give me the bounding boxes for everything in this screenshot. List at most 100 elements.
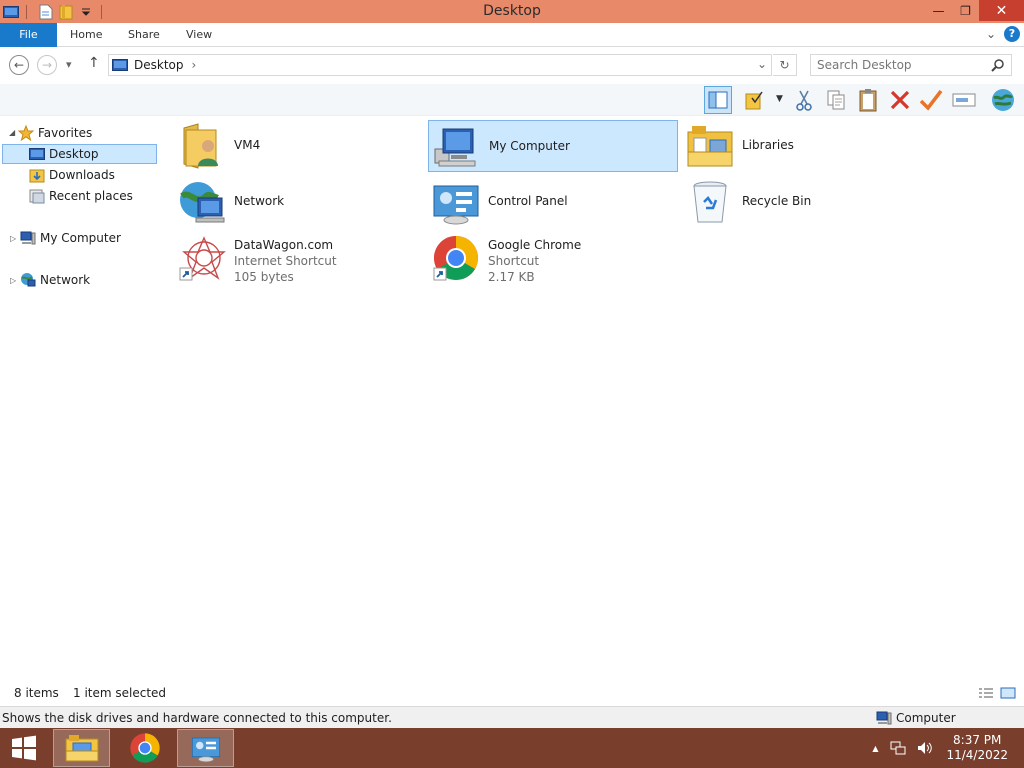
- command-toolbar: ▼: [0, 84, 1024, 116]
- expand-network-icon[interactable]: ▷: [10, 276, 16, 285]
- item-name: Recycle Bin: [742, 194, 812, 208]
- rename-icon: [952, 93, 976, 107]
- list-item-libraries[interactable]: Libraries: [682, 120, 932, 172]
- location-label: Computer: [896, 711, 956, 725]
- recent-locations-button[interactable]: ▾: [66, 58, 72, 71]
- show-hidden-icons-button[interactable]: ▲: [872, 744, 878, 753]
- location-indicator: Computer: [876, 711, 956, 725]
- preview-pane-button[interactable]: [704, 86, 732, 114]
- cut-button[interactable]: [790, 86, 818, 114]
- help-icon[interactable]: ?: [1004, 26, 1020, 42]
- address-dropdown-icon[interactable]: ⌄: [757, 57, 767, 71]
- window-controls: — ❐ ✕: [925, 0, 1024, 21]
- taskbar-file-explorer[interactable]: [53, 729, 110, 767]
- clock[interactable]: 8:37 PM 11/4/2022: [946, 733, 1008, 763]
- taskbar-control-panel[interactable]: [177, 729, 234, 767]
- control-panel-icon: [191, 737, 220, 763]
- chrome-icon: [129, 733, 160, 763]
- libraries-icon: [687, 126, 733, 167]
- title-bar: Desktop — ❐ ✕: [0, 0, 1024, 23]
- forward-button[interactable]: →: [37, 55, 57, 75]
- taskbar: ▲ 8:37 PM 11/4/2022: [0, 728, 1024, 768]
- checkmark-icon: [919, 89, 943, 111]
- scissors-icon: [796, 90, 812, 111]
- item-name: Control Panel: [488, 194, 568, 208]
- tab-view[interactable]: View: [186, 23, 212, 47]
- item-type: Internet Shortcut: [234, 254, 337, 268]
- tab-file[interactable]: File: [0, 23, 57, 47]
- large-icons-view-button[interactable]: [1000, 687, 1016, 702]
- chrome-shortcut-icon: [433, 236, 478, 281]
- search-box[interactable]: [810, 54, 1012, 76]
- control-panel-icon: [433, 185, 479, 225]
- ribbon-tabs: File Home Share View ⌄ ?: [0, 23, 1024, 47]
- window-title: Desktop: [483, 3, 541, 19]
- copy-button[interactable]: [822, 86, 850, 114]
- network-status-icon[interactable]: [890, 740, 906, 756]
- details-view-button[interactable]: [978, 687, 994, 702]
- close-button[interactable]: ✕: [979, 0, 1024, 21]
- item-name: Libraries: [742, 138, 794, 152]
- address-row: ← → ▾ ↑ Desktop › ⌄ ↻: [0, 48, 1024, 84]
- list-item-google-chrome[interactable]: Google Chrome Shortcut 2.17 KB: [428, 232, 678, 284]
- collapse-favorites-icon[interactable]: ◢: [9, 128, 15, 137]
- windows-logo-icon: [12, 735, 36, 761]
- globe-icon: [992, 89, 1014, 111]
- expand-my-computer-icon[interactable]: ▷: [10, 234, 16, 243]
- address-bar[interactable]: Desktop › ⌄: [108, 54, 772, 76]
- list-item-control-panel[interactable]: Control Panel: [428, 176, 678, 228]
- list-item-datawagon[interactable]: DataWagon.com Internet Shortcut 105 byte…: [174, 232, 424, 284]
- sidebar-item-desktop[interactable]: Desktop: [2, 144, 157, 164]
- search-icon[interactable]: [991, 58, 1005, 75]
- recycle-bin-icon: [693, 181, 727, 223]
- sidebar-item-my-computer[interactable]: My Computer: [20, 228, 121, 248]
- address-path[interactable]: Desktop: [134, 58, 184, 72]
- preview-pane-icon: [708, 91, 728, 109]
- tab-home[interactable]: Home: [70, 23, 102, 47]
- refresh-button[interactable]: ↻: [773, 54, 797, 76]
- file-explorer-icon: [65, 735, 98, 762]
- select-button[interactable]: [917, 86, 945, 114]
- tab-share[interactable]: Share: [128, 23, 160, 47]
- item-size: 2.17 KB: [488, 270, 535, 284]
- item-name: Network: [234, 194, 285, 208]
- details-view-icon: [979, 688, 993, 698]
- selection-count: 1 item selected: [73, 686, 167, 700]
- properties-button[interactable]: [741, 86, 769, 114]
- delete-button[interactable]: [886, 86, 914, 114]
- details-bar: Shows the disk drives and hardware conne…: [0, 706, 1024, 728]
- rename-button[interactable]: [950, 86, 978, 114]
- volume-icon[interactable]: [916, 740, 933, 756]
- nav-favorites[interactable]: Favorites: [18, 123, 92, 143]
- system-tray: ▲ 8:37 PM 11/4/2022: [872, 728, 1008, 768]
- start-button[interactable]: [0, 729, 48, 767]
- clock-time: 8:37 PM: [953, 733, 1002, 747]
- nav-favorites-label: Favorites: [38, 126, 93, 140]
- minimize-button[interactable]: —: [925, 0, 952, 21]
- item-name: VM4: [234, 138, 261, 152]
- network-icon: [20, 272, 36, 288]
- web-button[interactable]: [989, 86, 1017, 114]
- sidebar-item-recent-places[interactable]: Recent places: [29, 186, 133, 206]
- sidebar-item-network[interactable]: Network: [20, 270, 90, 290]
- taskbar-google-chrome[interactable]: [116, 729, 173, 767]
- layout-dropdown-icon[interactable]: ▼: [776, 94, 783, 104]
- datawagon-shortcut-icon: [179, 236, 226, 281]
- breadcrumb-arrow-icon[interactable]: ›: [192, 58, 197, 72]
- computer-icon: [876, 711, 892, 725]
- paste-button[interactable]: [854, 86, 882, 114]
- list-item-recycle-bin[interactable]: Recycle Bin: [682, 176, 932, 228]
- expand-ribbon-icon[interactable]: ⌄: [986, 27, 996, 41]
- back-button[interactable]: ←: [9, 55, 29, 75]
- sidebar-item-downloads[interactable]: Downloads: [29, 165, 115, 185]
- status-bar: 8 items 1 item selected: [0, 684, 1024, 704]
- list-item-vm4[interactable]: VM4: [174, 120, 424, 172]
- star-icon: [18, 125, 34, 141]
- list-item-network[interactable]: Network: [174, 176, 424, 228]
- search-input[interactable]: [817, 55, 987, 75]
- network-icon: [180, 182, 225, 223]
- item-name: DataWagon.com: [234, 238, 334, 252]
- list-item-my-computer[interactable]: My Computer: [428, 120, 678, 172]
- restore-button[interactable]: ❐: [952, 0, 979, 21]
- up-button[interactable]: ↑: [88, 55, 100, 71]
